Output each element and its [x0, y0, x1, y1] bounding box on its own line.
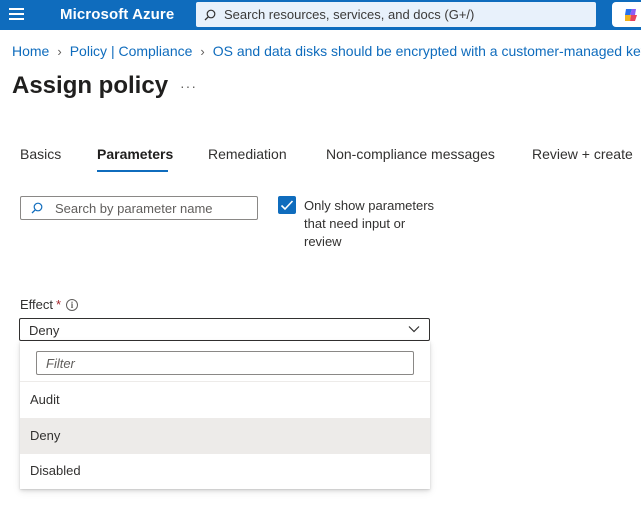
global-search-box[interactable]: [196, 2, 596, 27]
copilot-button[interactable]: [612, 2, 641, 27]
top-bar: Microsoft Azure: [0, 0, 641, 30]
option-disabled[interactable]: Disabled: [20, 453, 430, 489]
tab-remediation[interactable]: Remediation: [208, 146, 287, 162]
copilot-icon: [625, 9, 637, 21]
more-options-icon[interactable]: ···: [180, 78, 197, 94]
active-tab-indicator: [97, 170, 168, 172]
tab-non-compliance-messages[interactable]: Non-compliance messages: [326, 146, 495, 162]
checkmark-icon: [280, 200, 294, 211]
breadcrumb: Home › Policy | Compliance › OS and data…: [12, 43, 641, 59]
page-title: Assign policy: [12, 72, 169, 99]
global-search-input[interactable]: [224, 7, 574, 22]
search-icon: [31, 202, 43, 214]
effect-options-panel: Audit Deny Disabled: [20, 341, 430, 489]
filter-input[interactable]: [46, 353, 406, 373]
breadcrumb-policy-definition[interactable]: OS and data disks should be encrypted wi…: [213, 43, 641, 59]
effect-label: Effect *: [20, 297, 61, 312]
parameter-search-input[interactable]: [55, 200, 255, 216]
search-icon: [204, 9, 216, 20]
required-indicator: *: [56, 297, 62, 312]
chevron-right-icon: ›: [200, 43, 205, 59]
effect-label-text: Effect: [20, 297, 54, 312]
tab-review-create[interactable]: Review + create: [532, 146, 633, 162]
option-audit[interactable]: Audit: [20, 382, 430, 418]
brand-title[interactable]: Microsoft Azure: [60, 6, 174, 23]
only-show-parameters-label[interactable]: Only show parameters that need input or …: [304, 197, 444, 251]
option-deny[interactable]: Deny: [20, 418, 430, 454]
filter-box[interactable]: [36, 351, 414, 375]
tab-parameters[interactable]: Parameters: [97, 146, 173, 162]
breadcrumb-policy-compliance[interactable]: Policy | Compliance: [70, 43, 193, 59]
parameter-search-box[interactable]: [20, 196, 258, 220]
chevron-right-icon: ›: [57, 43, 62, 59]
only-show-parameters-checkbox[interactable]: [278, 196, 296, 214]
hamburger-menu-icon[interactable]: [9, 8, 24, 21]
info-icon[interactable]: i: [66, 299, 78, 311]
chevron-down-icon: [408, 326, 420, 333]
breadcrumb-home[interactable]: Home: [12, 43, 49, 59]
effect-selected-value: Deny: [29, 323, 60, 338]
tab-basics[interactable]: Basics: [20, 146, 61, 162]
effect-dropdown[interactable]: Deny: [19, 318, 430, 341]
